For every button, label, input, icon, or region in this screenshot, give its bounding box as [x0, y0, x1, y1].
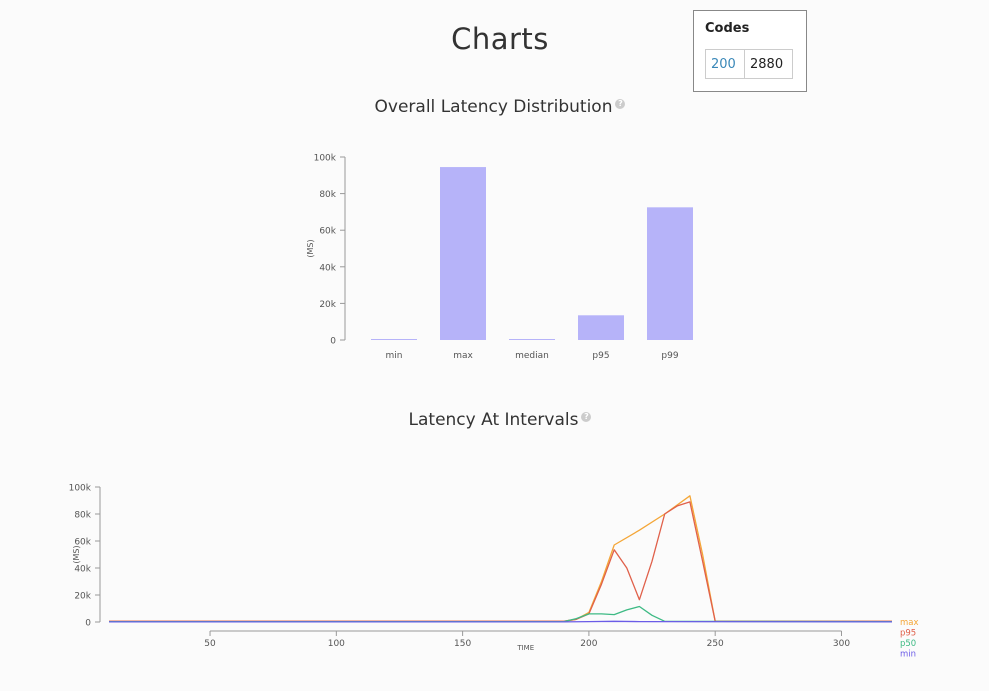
latency-intervals-chart: 020k40k60k80k100k(MS)50 100 150 200 250 300TI… — [69, 484, 919, 660]
line-x-tick-label: 100 — [328, 639, 345, 649]
line-y-axis-label: (MS) — [72, 545, 81, 563]
legend-p95: p95 — [900, 629, 916, 639]
line-y-tick-label: 0 — [85, 619, 91, 629]
line-x-axis-label: TIME — [516, 644, 534, 652]
line-y-tick-label: 100k — [69, 484, 92, 494]
line-x-tick-label: 200 — [580, 639, 597, 649]
line-x-tick-label: 150 — [454, 639, 471, 649]
series-max-line — [109, 495, 892, 622]
line-x-tick-label: 250 — [707, 639, 724, 649]
series-p50-line — [109, 605, 893, 623]
line-x-tick-label: 50 — [204, 639, 216, 649]
line-y-tick-label: 40k — [74, 565, 91, 575]
series-p95-line — [109, 501, 892, 622]
legend-min: min — [900, 650, 916, 660]
line-y-tick-label: 80k — [74, 511, 91, 521]
line-y-tick-label: 20k — [74, 592, 91, 602]
series-min-line — [109, 620, 893, 623]
legend-p50: p50 — [900, 639, 916, 649]
legend-max: max — [900, 618, 919, 628]
line-x-tick-label: 300 — [833, 639, 850, 649]
